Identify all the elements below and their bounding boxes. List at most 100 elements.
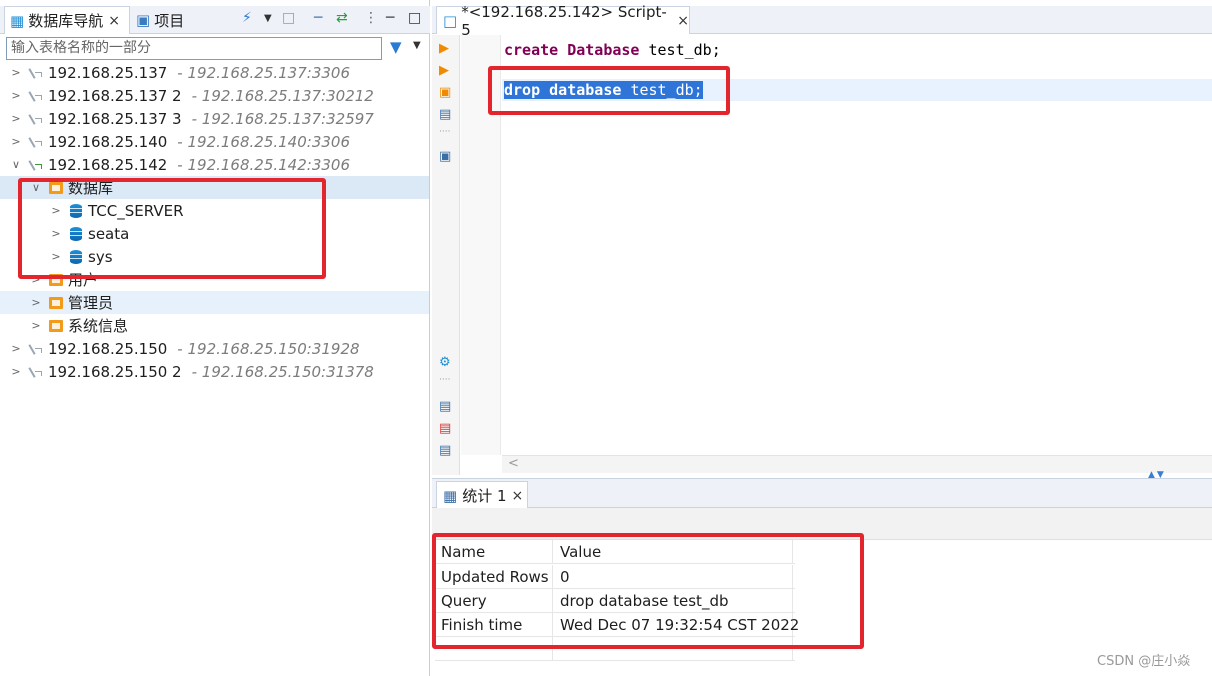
terminal-icon[interactable]: ▣ [439,149,451,164]
cell-name[interactable]: Updated Rows [435,565,553,589]
cell-name[interactable]: Query [435,589,553,613]
filter-icon[interactable]: ▼ [390,38,402,56]
chevron-right-icon[interactable]: > [50,204,62,217]
chevron-right-icon[interactable]: > [10,112,22,125]
server-icon [29,66,43,80]
chevron-right-icon[interactable]: > [10,365,22,378]
chevron-right-icon[interactable]: > [10,66,22,79]
server-icon [29,365,43,379]
tree-label: seata [88,224,130,243]
format-icon[interactable]: ▤ [439,107,451,122]
table-filter-input[interactable]: 输入表格名称的一部分 [6,37,382,60]
tree-item-connection-active[interactable]: ∨ 192.168.25.142 - 192.168.25.142:3306 [0,153,429,176]
chevron-right-icon[interactable]: > [50,250,62,263]
chevron-right-icon[interactable]: > [50,227,62,240]
tree-item-connection[interactable]: > 192.168.25.137 2 - 192.168.25.137:3021… [0,84,429,107]
keyword: create [504,41,559,59]
tree-item-connection[interactable]: > 192.168.25.150 - 192.168.25.150:31928 [0,337,429,360]
separator-dots-icon: ···· [439,127,451,137]
chevron-down-icon[interactable]: ∨ [30,181,42,194]
tab-project[interactable]: ▣ 项目 [134,6,184,34]
tree-item-database[interactable]: > TCC_SERVER [0,199,429,222]
folder-icon [49,181,63,194]
more-icon[interactable]: ⋮ [364,10,378,26]
tree-item-connection[interactable]: > 192.168.25.137 - 192.168.25.137:3306 [0,61,429,84]
save-icon[interactable]: ▤ [439,421,451,436]
column-header-value[interactable]: Value [553,540,793,564]
server-icon [29,342,43,356]
variables-icon[interactable]: ▤ [439,443,451,458]
close-icon[interactable]: × [677,13,689,29]
close-icon[interactable]: × [108,13,120,29]
tree-item-system-info[interactable]: > 系统信息 [0,314,429,337]
tree-item-users[interactable]: > 用户 [0,268,429,291]
chevron-right-icon[interactable]: > [30,273,42,286]
code-line-1[interactable]: create Database test_db; [504,39,721,61]
chevron-down-icon[interactable]: ▼ [413,40,421,51]
grid-icon: ▦ [443,486,458,505]
tree-item-connection[interactable]: > 192.168.25.137 3 - 192.168.25.137:3259… [0,107,429,130]
server-icon [29,135,43,149]
cell-value[interactable]: 0 [553,565,793,589]
cell-value[interactable]: drop database test_db [553,589,793,613]
tree-item-admins[interactable]: > 管理员 [0,291,429,314]
connection-address: - 192.168.25.137:32597 [191,109,374,128]
chevron-down-icon[interactable]: ▼ [264,13,272,24]
new-folder-icon[interactable]: □ [282,10,295,26]
database-cylinder-icon [70,203,82,218]
keyword: database [549,81,622,99]
collapse-icon[interactable]: ─ [314,10,322,26]
horizontal-scrollbar[interactable]: < [502,455,1212,473]
chevron-right-icon[interactable]: > [10,342,22,355]
chevron-right-icon[interactable]: > [30,296,42,309]
minimize-icon[interactable]: ─ [386,10,394,26]
table-row[interactable]: Finish time Wed Dec 07 19:32:54 CST 2022 [435,613,799,637]
close-icon[interactable]: × [512,488,524,504]
tab-script-5[interactable]: □ *<192.168.25.142> Script-5 × [436,3,690,39]
tree-item-connection[interactable]: > 192.168.25.140 - 192.168.25.140:3306 [0,130,429,153]
tree-item-database[interactable]: > seata [0,222,429,245]
database-navigator-panel: ▦ 数据库导航 × ▣ 项目 ⚡ ▼ □ ─ ⇄ ⋮ ─ □ 输入表格名称的一部… [0,0,430,676]
explain-icon[interactable]: ▣ [439,85,451,100]
chevron-right-icon[interactable]: > [10,135,22,148]
tree-label: TCC_SERVER [88,201,184,220]
tree-label: 管理员 [68,294,114,312]
cell-name[interactable]: Finish time [435,613,553,637]
export-icon[interactable]: ▤ [439,399,451,414]
tree-item-databases[interactable]: ∨ 数据库 [0,176,429,199]
run-icon[interactable]: ▶ [439,41,449,56]
gear-icon[interactable]: ⚙ [439,355,451,370]
column-header-name[interactable]: Name [435,540,553,564]
line-number-ruler [461,35,501,455]
chevron-right-icon[interactable]: > [30,319,42,332]
table-row[interactable]: Query drop database test_db [435,589,795,613]
chevron-down-icon[interactable]: ∨ [10,158,22,171]
run-script-icon[interactable]: ▶ [439,63,449,78]
link-icon[interactable]: ⇄ [336,10,348,26]
connection-address: - 192.168.25.140:3306 [177,132,350,151]
results-toolbar [432,508,1212,540]
connection-address: - 192.168.25.150:31928 [177,339,360,358]
tree-item-connection[interactable]: > 192.168.25.150 2 - 192.168.25.150:3137… [0,360,429,383]
connection-address: - 192.168.25.137:3306 [177,63,350,82]
connection-address: - 192.168.25.142:3306 [177,155,350,174]
selected-text[interactable]: drop database test_db; [504,81,703,99]
tab-statistics-1[interactable]: ▦ 统计 1 × [436,481,528,509]
cell-value[interactable]: Wed Dec 07 19:32:54 CST 2022 [553,613,799,637]
scroll-left-icon[interactable]: < [508,456,519,471]
maximize-icon[interactable]: □ [408,10,421,26]
keyword: Database [567,41,640,59]
code-line-2[interactable]: drop database test_db; [504,79,703,101]
plug-icon[interactable]: ⚡ [242,10,252,26]
editor-side-toolbar: ▶ ▶ ▣ ▤ ···· ▣ ⚙ ···· ▤ ▤ ▤ [432,35,460,475]
connection-name: 192.168.25.150 2 [48,362,182,381]
table-row[interactable]: Updated Rows 0 [435,565,795,589]
chevron-right-icon[interactable]: > [10,89,22,102]
tree-item-database[interactable]: > sys [0,245,429,268]
connection-name: 192.168.25.142 [48,155,168,174]
navigator-tabbar: ▦ 数据库导航 × ▣ 项目 ⚡ ▼ □ ─ ⇄ ⋮ ─ □ [0,6,430,34]
script-icon: □ [443,11,458,30]
tab-database-navigator[interactable]: ▦ 数据库导航 × [4,6,130,34]
watermark: CSDN @庄小焱 [1097,654,1191,669]
sql-editor[interactable]: create Database test_db; drop database t… [502,35,1212,455]
